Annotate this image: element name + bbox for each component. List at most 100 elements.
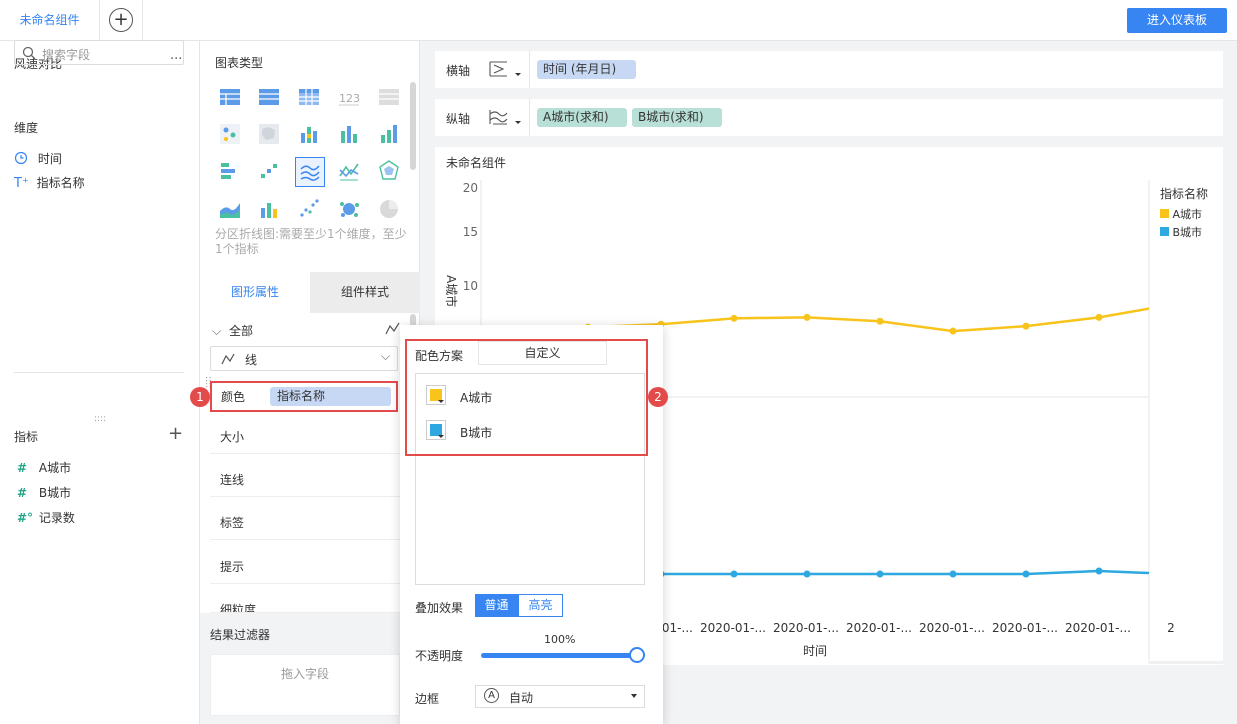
grouped-table-icon[interactable]	[256, 84, 282, 110]
chevron-down-icon: ⌵	[381, 349, 391, 363]
field-panel	[0, 41, 200, 724]
divider	[529, 99, 530, 136]
all-label: 全部	[228, 324, 253, 338]
legend-label: A城市	[1172, 208, 1203, 221]
property-label: 细粒度	[220, 603, 257, 613]
detail-table-icon[interactable]	[376, 84, 402, 110]
measure-item-record-count[interactable]: #° 记录数	[17, 509, 75, 526]
data-point	[730, 314, 738, 322]
opacity-slider-handle[interactable]	[629, 647, 645, 663]
x-tick-label: 2020-01-...	[773, 621, 839, 635]
bubble-chart-icon[interactable]	[336, 196, 362, 222]
divider	[142, 0, 143, 41]
enter-dashboard-button[interactable]: 进入仪表板	[1127, 8, 1227, 33]
caret-down-icon	[631, 694, 637, 698]
add-measure-button[interactable]: +	[168, 423, 183, 444]
label-property[interactable]: 标签	[210, 506, 400, 540]
size-property[interactable]: 大小	[210, 420, 400, 454]
waterfall-icon[interactable]	[256, 158, 282, 184]
scatter-chart-icon[interactable]	[296, 196, 322, 222]
axis-sort-icon[interactable]	[489, 60, 523, 80]
axis-sort-icon[interactable]	[489, 108, 523, 128]
data-point	[876, 570, 884, 578]
x-axis-title: 时间	[803, 644, 827, 658]
data-point	[803, 313, 811, 321]
filter-drop-zone[interactable]: 拖入字段	[210, 654, 400, 716]
table-chart-icon[interactable]	[217, 84, 243, 110]
area-line-chart-icon[interactable]	[295, 157, 325, 187]
mark-type-value: 线	[245, 353, 258, 367]
opacity-label: 不透明度	[415, 649, 464, 663]
opacity-slider-track[interactable]	[481, 653, 637, 658]
legend-title: 指标名称	[1160, 187, 1209, 201]
y-field-pill-a-city[interactable]: A城市(求和)	[537, 108, 627, 127]
kpi-number-icon[interactable]: 123	[336, 84, 362, 110]
search-icon	[22, 46, 36, 60]
all-marks-toggle[interactable]: ⌵ 全部	[212, 322, 253, 339]
combo-chart-icon[interactable]	[256, 196, 282, 222]
bar-chart-icon[interactable]	[376, 121, 402, 147]
chart-scrollbar[interactable]	[1148, 661, 1223, 664]
y-axis-title: A城市	[444, 275, 459, 307]
column-chart-icon[interactable]	[336, 121, 362, 147]
tooltip-property[interactable]: 提示	[210, 550, 400, 584]
y-tick-label: 20	[463, 181, 478, 195]
area-chart-icon[interactable]	[217, 196, 243, 222]
tab-graph-properties[interactable]: 图形属性	[200, 272, 310, 313]
measure-title: 指标	[14, 430, 39, 444]
horizontal-bar-icon[interactable]	[217, 158, 243, 184]
line-mark-icon	[385, 322, 400, 335]
step-badge-2: 2	[648, 387, 668, 407]
scrollbar[interactable]	[410, 82, 416, 170]
region-map-icon[interactable]	[256, 121, 282, 147]
dimension-item-time[interactable]: 时间	[14, 150, 62, 167]
number-type-icon: #	[17, 486, 28, 500]
border-select[interactable]: A 自动	[475, 685, 645, 708]
data-point	[803, 570, 811, 578]
x-axis-bar: 横轴 时间 (年月日)	[435, 51, 1223, 88]
legend-item-a-city[interactable]: A城市	[1160, 206, 1202, 222]
add-tab-button[interactable]: +	[109, 8, 133, 32]
auto-icon: A	[484, 688, 499, 703]
measure-label: B城市	[38, 486, 72, 500]
measure-label: 记录数	[38, 511, 75, 525]
legend-swatch	[1160, 209, 1169, 218]
granularity-property[interactable]: 细粒度	[210, 593, 400, 613]
stacked-bar-icon[interactable]	[296, 121, 322, 147]
chart-title[interactable]: 未命名组件	[446, 154, 506, 171]
measure-item-a-city[interactable]: # A城市	[17, 459, 71, 476]
legend-swatch	[1160, 227, 1169, 236]
resize-divider[interactable]	[14, 372, 184, 373]
tab-component-style[interactable]: 组件样式	[310, 272, 420, 313]
measure-item-b-city[interactable]: # B城市	[17, 484, 71, 501]
overlay-highlight-button[interactable]: 高亮	[518, 594, 563, 617]
overlay-label: 叠加效果	[415, 601, 464, 615]
overlay-normal-button[interactable]: 普通	[475, 594, 518, 617]
number-type-icon: #°	[17, 511, 34, 525]
y-tick-label: 10	[463, 279, 478, 293]
data-point	[949, 327, 957, 335]
point-map-icon[interactable]	[217, 121, 243, 147]
property-label: 大小	[220, 430, 245, 444]
cross-table-icon[interactable]	[296, 84, 322, 110]
dimension-item-metric-name[interactable]: T⁺ 指标名称	[14, 174, 85, 191]
top-bar	[0, 0, 1237, 41]
clock-icon	[14, 151, 28, 165]
legend-item-b-city[interactable]: B城市	[1160, 224, 1202, 240]
radar-chart-icon[interactable]	[376, 158, 402, 184]
pie-chart-icon[interactable]	[376, 196, 402, 222]
property-label: 提示	[220, 560, 245, 574]
divider	[529, 51, 530, 88]
dimension-label: 时间	[37, 152, 62, 166]
mark-type-select[interactable]: 线 ⌵	[210, 346, 398, 371]
y-tick-label: 15	[463, 225, 478, 239]
line-chart-icon[interactable]	[336, 158, 362, 184]
highlight-box-2	[405, 339, 648, 456]
y-field-pill-b-city[interactable]: B城市(求和)	[632, 108, 722, 127]
chart-title-bar: 未命名组件	[435, 147, 1223, 175]
drag-handle-icon[interactable]: ::::	[94, 414, 106, 424]
connect-line-property[interactable]: 连线	[210, 463, 400, 497]
x-field-pill-time[interactable]: 时间 (年月日)	[537, 60, 636, 79]
tab-unnamed-component[interactable]: 未命名组件	[0, 0, 100, 41]
search-input[interactable]: 搜索字段	[14, 40, 184, 65]
